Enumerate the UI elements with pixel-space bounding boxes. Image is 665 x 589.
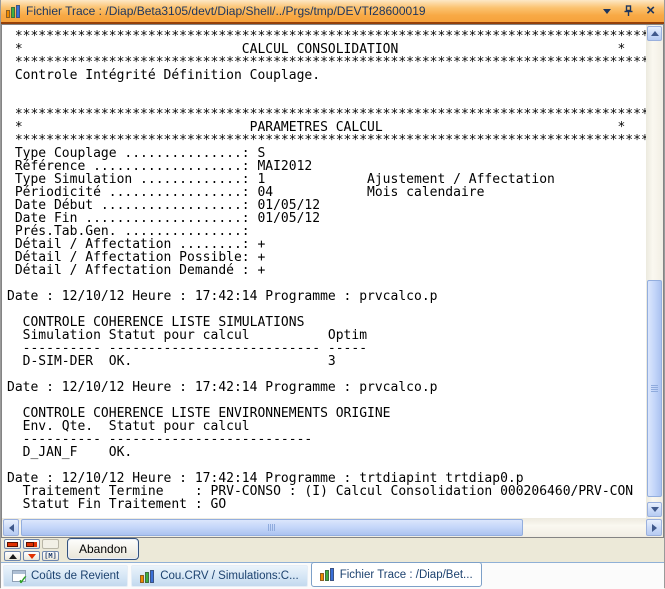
- abandon-button[interactable]: Abandon: [67, 538, 139, 560]
- nav-button-grid: [M]: [4, 539, 59, 561]
- report-check-icon: ✓: [12, 570, 26, 582]
- tab-label: Cou.CRV / Simulations:C...: [160, 570, 298, 582]
- vertical-scrollbar[interactable]: [646, 25, 663, 518]
- horizontal-scrollbar[interactable]: [2, 518, 663, 537]
- nav-section-button[interactable]: [23, 539, 40, 549]
- app-bar-chart-icon: [6, 5, 21, 18]
- tab-cou-crv-simulations[interactable]: Cou.CRV / Simulations:C...: [131, 565, 307, 587]
- tab-fichier-trace[interactable]: Fichier Trace : /Diap/Bet...: [311, 562, 482, 587]
- bar-chart-icon: [320, 568, 335, 581]
- tab-label: Fichier Trace : /Diap/Bet...: [340, 569, 473, 581]
- red-bar-icon: [7, 542, 18, 547]
- up-triangle-icon: [9, 554, 17, 559]
- nav-down-button[interactable]: [23, 551, 40, 561]
- nav-blank-button[interactable]: [42, 539, 59, 549]
- down-triangle-icon: [28, 554, 36, 559]
- right-arrow-icon: [652, 524, 657, 532]
- bar-chart-icon: [140, 570, 155, 583]
- m-marker-icon: [M]: [44, 553, 57, 560]
- vertical-scroll-thumb[interactable]: [647, 280, 662, 497]
- nav-top-button[interactable]: [4, 539, 21, 549]
- control-panel: [M] Abandon: [1, 538, 664, 562]
- scroll-down-button[interactable]: [647, 502, 662, 517]
- window-title: Fichier Trace : /Diap/Beta3105/devt/Diap…: [26, 4, 603, 18]
- horizontal-scroll-thumb[interactable]: [21, 519, 523, 536]
- thumb-grip: [268, 524, 276, 531]
- tab-label: Coûts de Revient: [31, 570, 119, 582]
- trace-viewport: ****************************************…: [2, 25, 646, 518]
- down-arrow-icon: [651, 507, 659, 512]
- trace-text: ****************************************…: [2, 25, 646, 511]
- nav-up-button[interactable]: [4, 551, 21, 561]
- pin-icon[interactable]: [623, 5, 634, 17]
- scroll-left-button[interactable]: [3, 519, 19, 536]
- red-bar-notch-icon: [26, 542, 34, 547]
- window-menu-arrow-icon[interactable]: [603, 9, 611, 14]
- nav-marker-button[interactable]: [M]: [42, 551, 59, 561]
- scroll-right-button[interactable]: [646, 519, 662, 536]
- trace-viewer-window: Fichier Trace : /Diap/Beta3105/devt/Diap…: [0, 0, 665, 588]
- tab-couts-de-revient[interactable]: ✓ Coûts de Revient: [3, 565, 128, 587]
- scroll-up-button[interactable]: [647, 26, 662, 41]
- thumb-grip: [651, 385, 658, 393]
- left-arrow-icon: [9, 524, 14, 532]
- up-arrow-icon: [651, 31, 659, 36]
- title-bar[interactable]: Fichier Trace : /Diap/Beta3105/devt/Diap…: [1, 0, 664, 24]
- trace-content-frame: ****************************************…: [1, 24, 664, 538]
- close-icon[interactable]: ×: [646, 5, 655, 17]
- bottom-tab-bar: ✓ Coûts de Revient Cou.CRV / Simulations…: [1, 562, 664, 589]
